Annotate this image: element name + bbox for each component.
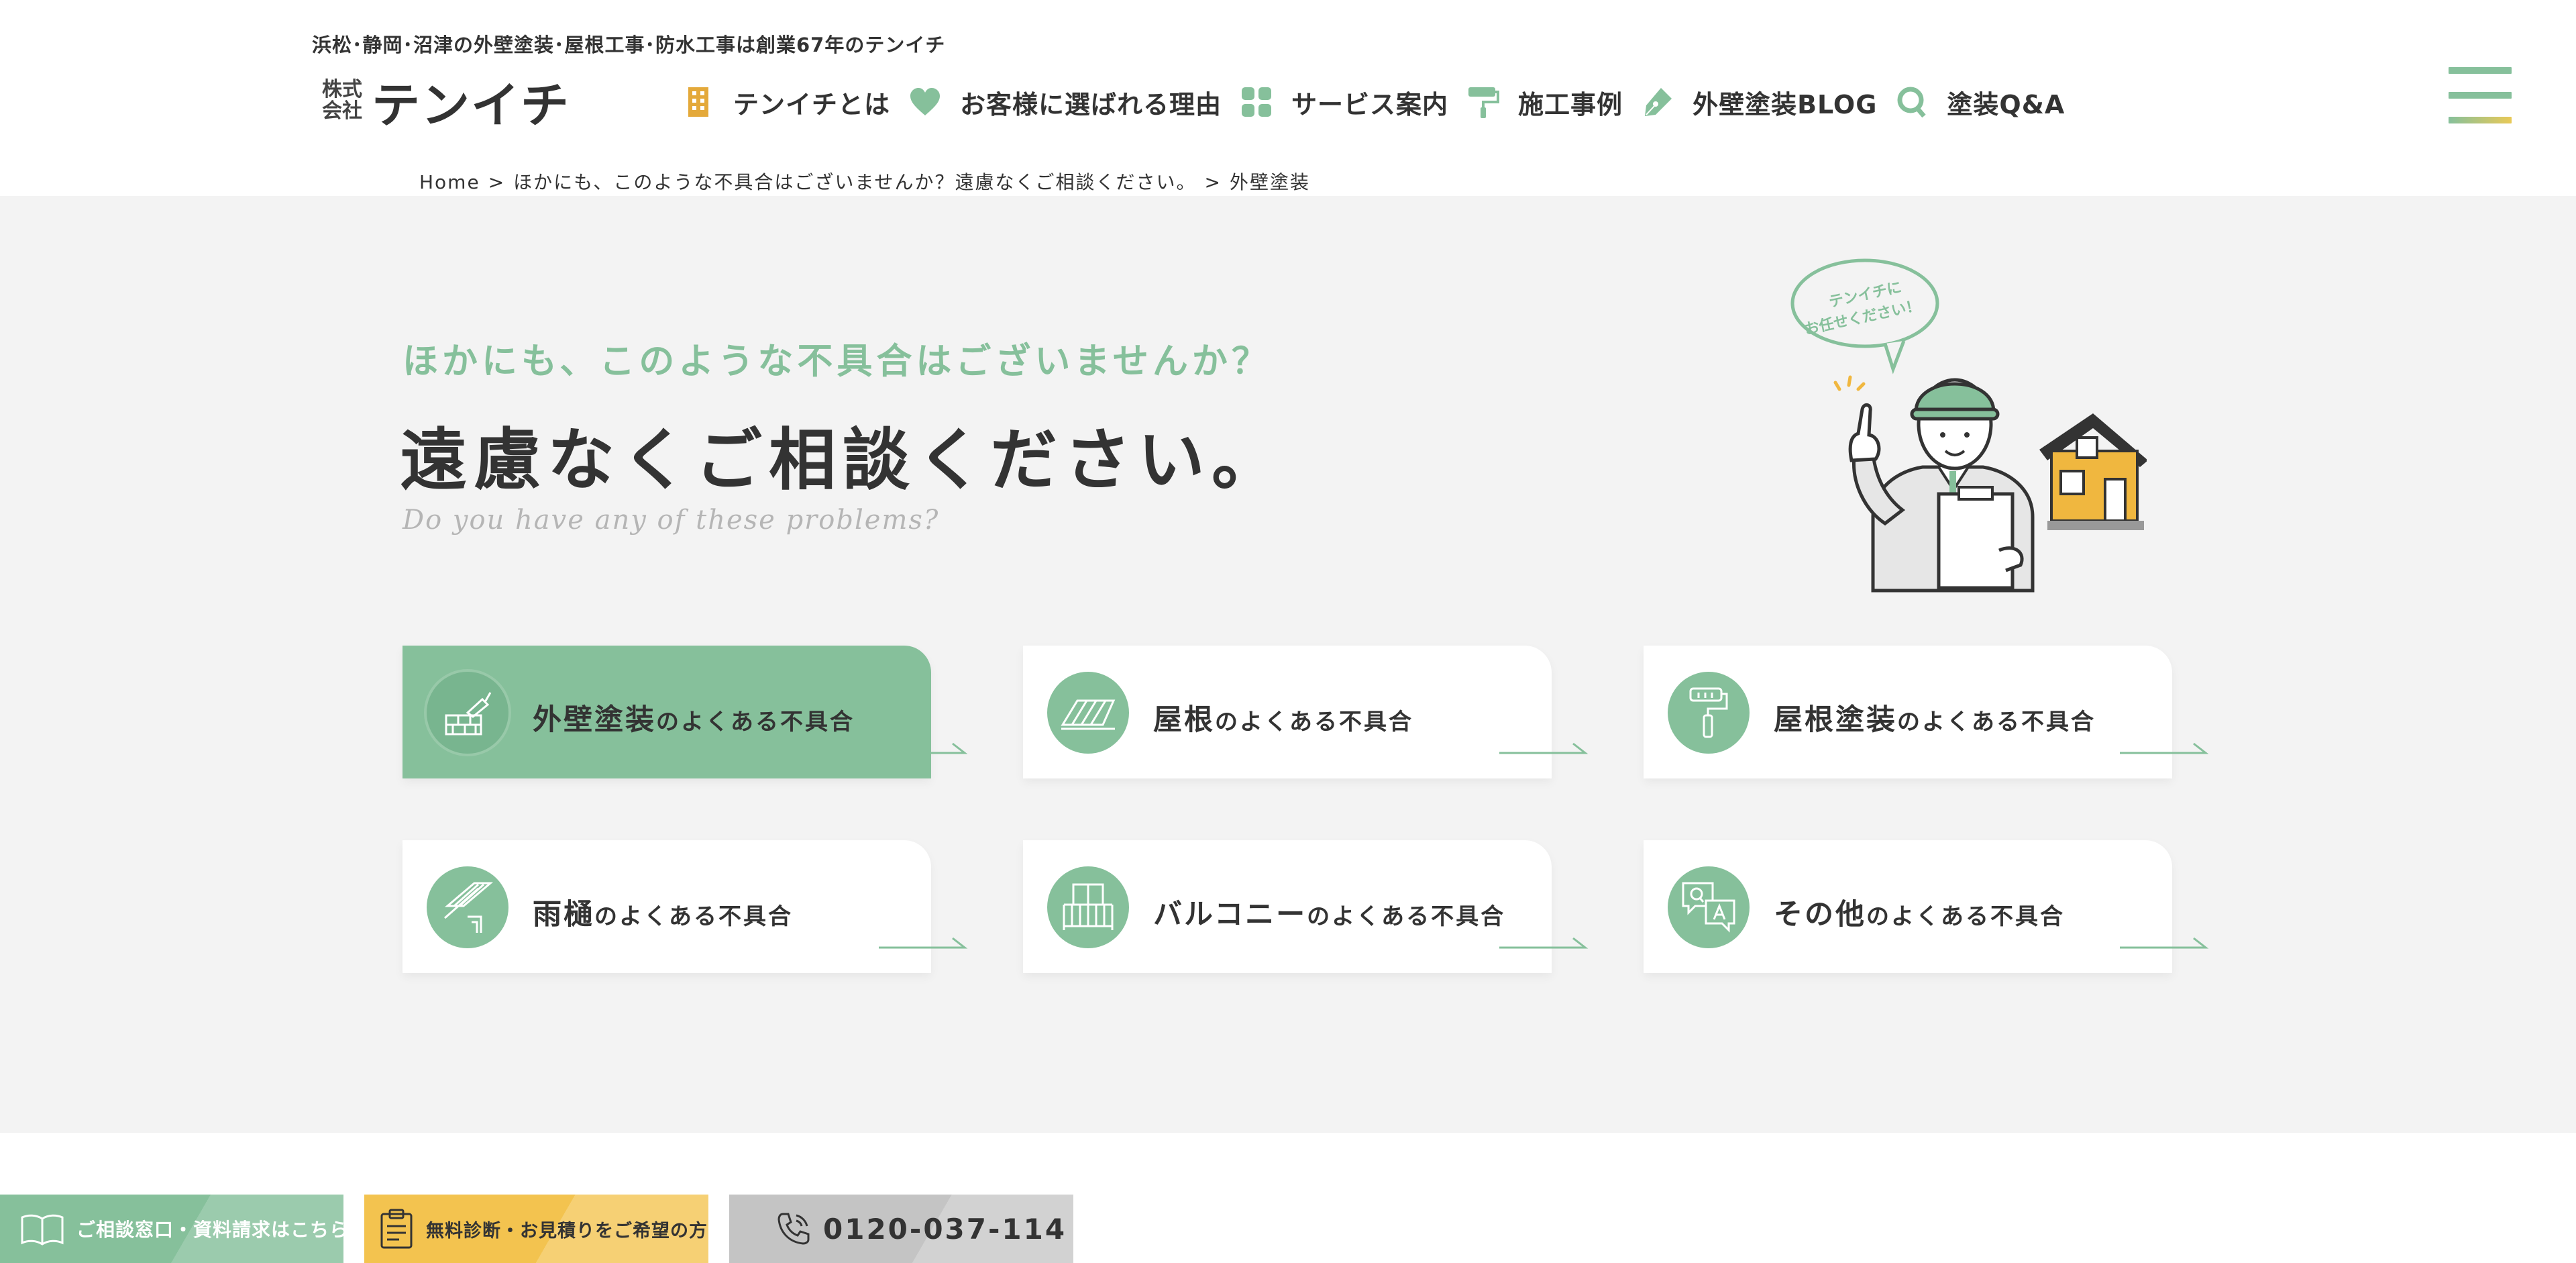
nav-label-works: 施工事例 [1518,89,1623,119]
nav-item-blog[interactable]: 外壁塗装BLOG [1640,84,1877,121]
card-label: その他のよくある不具合 [1774,891,2065,933]
paint-roller-icon [1466,85,1501,119]
global-nav: テンイチとは お客様に選ばれる理由 サービス案内 施工事例 外壁塗装BLOG 塗… [681,75,2082,129]
nav-label-about: テンイチとは [733,89,891,119]
card-title: その他 [1774,898,1866,931]
phone-number: 0120-037-114 [823,1212,1067,1246]
company-logo[interactable]: 株式 会社 テンイチ [322,74,570,134]
logo-small-line-1: 株式 [322,78,362,101]
balcony-icon [1047,866,1129,948]
card-label: 屋根のよくある不具合 [1153,697,1413,738]
logo-small-line-2: 会社 [322,99,362,123]
logo-wordmark: テンイチ [372,77,571,134]
pen-nib-icon [1640,85,1675,119]
card-title: 外壁塗装 [533,703,656,737]
card-label: 外壁塗装のよくある不具合 [533,697,855,738]
card-title-suffix: のよくある不具合 [1307,903,1506,930]
card-label: 屋根塗装のよくある不具合 [1774,697,2096,738]
brick-wall-trowel-icon [427,672,508,754]
q-icon [1894,85,1929,119]
nav-label-reasons: お客様に選ばれる理由 [960,89,1222,119]
card-label: 雨樋のよくある不具合 [533,891,793,933]
free-estimate-button[interactable]: 無料診断・お見積りをご希望の方 [364,1195,708,1263]
arrow-right-icon [879,742,968,754]
breadcrumb-separator: > [488,171,506,193]
paint-roller-icon [1668,672,1750,754]
problem-card-rain-gutter[interactable]: 雨樋のよくある不具合 [402,840,968,973]
card-title: 雨樋 [533,898,594,931]
card-title: 屋根塗装 [1774,703,1897,737]
problem-card-balcony[interactable]: バルコニーのよくある不具合 [1023,840,1589,973]
heart-icon [908,85,943,119]
arrow-right-icon [2120,937,2209,949]
card-title: バルコニー [1153,898,1307,931]
card-label: バルコニーのよくある不具合 [1153,891,1505,933]
clipboard-icon [379,1209,414,1249]
breadcrumb: Home > ほかにも、このような不具合はございませんか？遠慮なくご相談ください。 >… [419,168,1310,195]
qa-chat-icon [1668,866,1750,948]
nav-item-qa[interactable]: 塗装Q&A [1894,84,2065,121]
nav-item-about[interactable]: テンイチとは [681,84,890,121]
breadcrumb-separator: > [1204,171,1222,193]
breadcrumb-home[interactable]: Home [419,171,480,193]
arrow-right-icon [1499,937,1589,949]
roof-icon [1047,672,1129,754]
arrow-right-icon [1499,742,1589,754]
nav-label-qa: 塗装Q&A [1947,89,2065,119]
card-title-suffix: のよくある不具合 [1215,709,1413,736]
card-title-suffix: のよくある不具合 [1897,709,2096,736]
rain-gutter-icon [427,866,508,948]
building-icon [681,85,716,119]
nav-item-works[interactable]: 施工事例 [1466,84,1623,121]
consult-request-button[interactable]: ご相談窓口・資料請求はこちら [0,1195,343,1263]
phone-icon [776,1211,811,1246]
card-title-suffix: のよくある不具合 [656,709,855,736]
free-estimate-label: 無料診断・お見積りをご希望の方 [426,1220,708,1242]
section-subtitle-en: Do you have any of these problems? [402,505,940,536]
breadcrumb-parent[interactable]: ほかにも、このような不具合はございませんか？遠慮なくご相談ください。 [513,171,1196,193]
nav-item-reasons[interactable]: お客様に選ばれる理由 [908,84,1222,121]
grid-icon [1239,85,1274,119]
nav-label-blog: 外壁塗装BLOG [1693,89,1878,119]
nav-label-services: サービス案内 [1291,89,1449,119]
section-headline: 遠慮なくご相談ください。 [400,421,1285,499]
problem-card-roof[interactable]: 屋根のよくある不具合 [1023,646,1589,778]
phone-call-button[interactable]: 0120-037-114 [729,1195,1073,1263]
nav-item-services[interactable]: サービス案内 [1239,84,1448,121]
card-title-suffix: のよくある不具合 [594,903,793,930]
logo-corp-type: 株式 会社 [322,79,362,122]
problem-card-exterior-wall-painting[interactable]: 外壁塗装のよくある不具合 [402,646,968,778]
section-kicker: ほかにも、このような不具合はございませんか？ [402,341,1271,382]
worker-illustration: テンイチに お任せください！ [1784,255,2148,597]
card-title: 屋根 [1153,703,1215,737]
consult-request-label: ご相談窓口・資料請求はこちら [76,1219,343,1241]
problem-card-roof-painting[interactable]: 屋根塗装のよくある不具合 [1644,646,2209,778]
breadcrumb-current: 外壁塗装 [1229,171,1310,193]
open-book-icon [20,1212,64,1246]
card-title-suffix: のよくある不具合 [1866,903,2065,930]
hamburger-menu-icon[interactable] [2449,67,2512,123]
arrow-right-icon [879,937,968,949]
header-tagline: 浜松･静岡･沼津の外壁塗装･屋根工事･防水工事は創業67年のテンイチ [312,34,946,56]
problem-card-other[interactable]: その他のよくある不具合 [1644,840,2209,973]
arrow-right-icon [2120,742,2209,754]
